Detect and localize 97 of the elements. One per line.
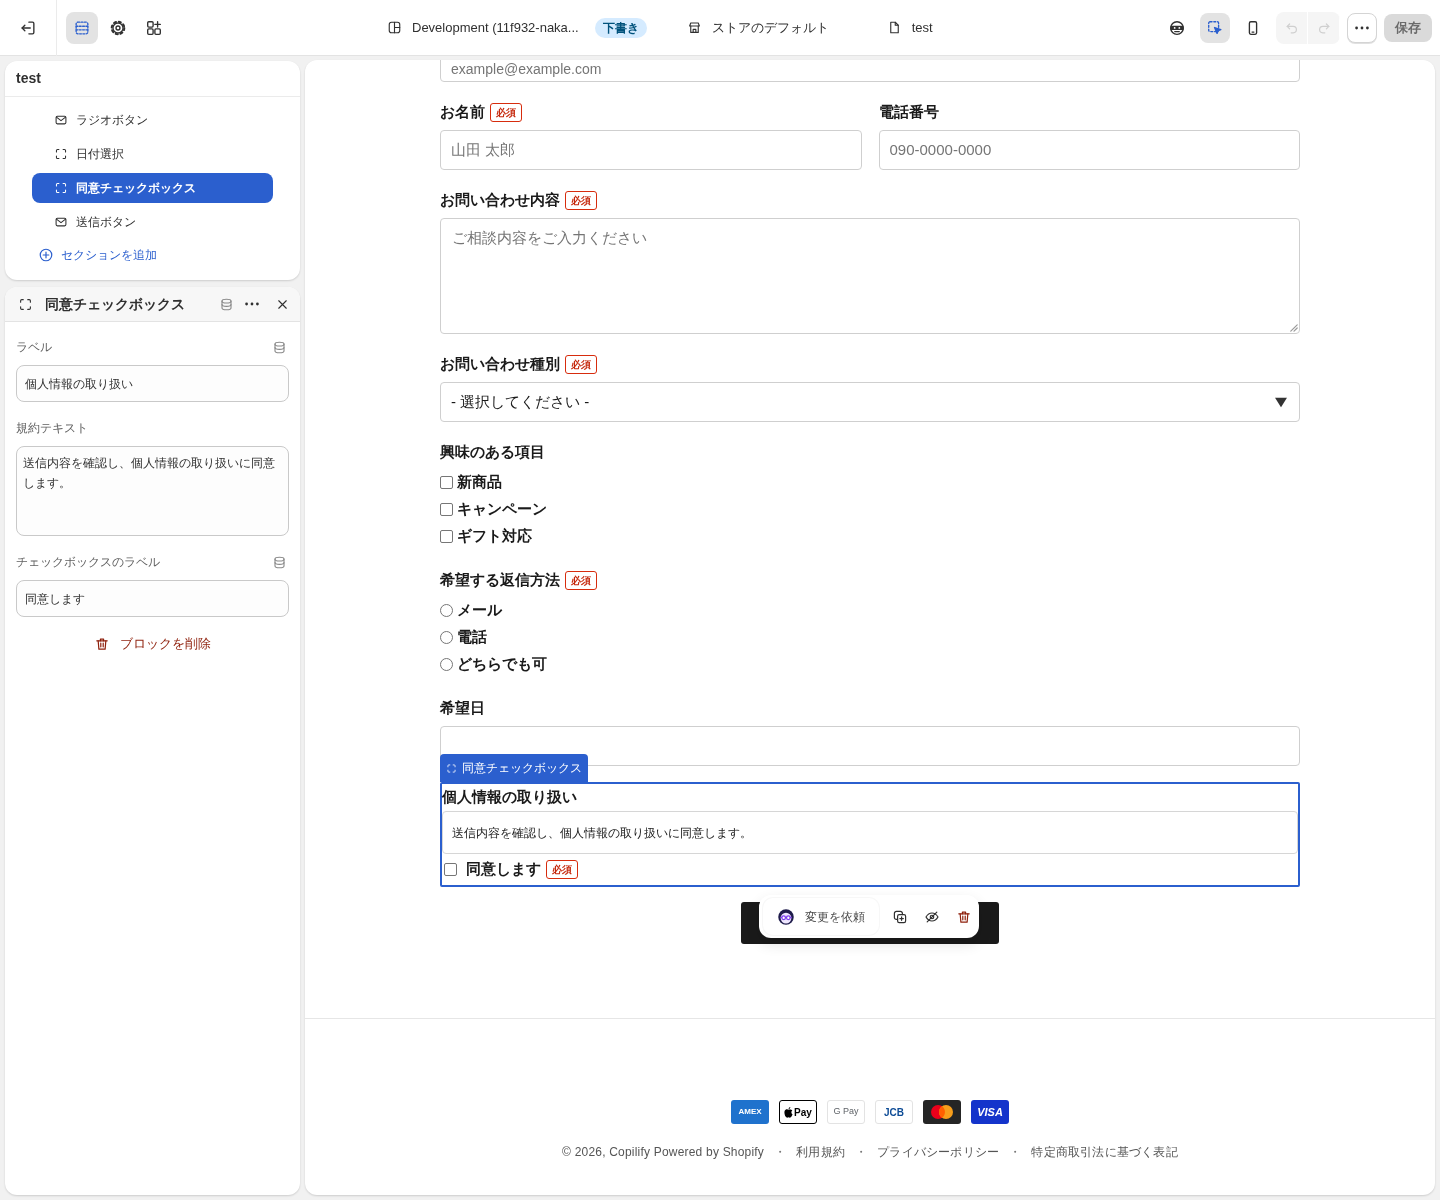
copyright-text: © 2026, Copilify Powered by Shopify: [562, 1144, 765, 1161]
field-label: 興味のある項目: [440, 441, 545, 462]
sections-tab[interactable]: [66, 11, 98, 44]
panel-title: 同意チェックボックス: [45, 294, 185, 314]
checkbox-label: 同意します: [466, 859, 541, 880]
delete-block-button[interactable]: ブロックを削除: [94, 631, 211, 657]
store-icon: [686, 20, 702, 35]
email-field[interactable]: example@example.com: [440, 60, 1300, 82]
required-badge: 必須: [565, 354, 597, 374]
option-label: キャンペーン: [457, 499, 547, 520]
option-label: 新商品: [457, 472, 502, 493]
option-label: どちらでも可: [457, 654, 547, 675]
envelope-icon: [54, 113, 68, 127]
separator: ・: [774, 1144, 787, 1161]
separator: ・: [1009, 1144, 1022, 1161]
field-label: 規約テキスト: [16, 420, 88, 437]
field-label: 希望する返信方法: [440, 569, 560, 590]
required-badge: 必須: [546, 860, 578, 879]
select-value: - 選択してください -: [451, 391, 590, 412]
block-tag[interactable]: 同意チェックボックス: [440, 754, 588, 782]
text-field[interactable]: 同意します: [16, 580, 289, 617]
theme-selector[interactable]: Development (11f932-naka...: [387, 13, 579, 42]
visa-logo: VISA: [971, 1100, 1009, 1124]
radio-button[interactable]: [440, 604, 453, 617]
select-cursor-icon: [1206, 18, 1224, 37]
caret-icon: [1275, 396, 1287, 408]
envelope-icon: [54, 215, 68, 229]
select-field[interactable]: - 選択してください -: [440, 382, 1300, 422]
field-label: お問い合わせ種別: [440, 353, 560, 374]
checkbox[interactable]: [440, 530, 453, 543]
footer-link[interactable]: 利用規約: [796, 1143, 846, 1161]
database-icon: [271, 554, 287, 570]
more-icon: [245, 302, 259, 306]
field-label: 電話番号: [878, 101, 939, 122]
inspector-button[interactable]: [1200, 12, 1230, 43]
google-pay-logo: G Pay: [827, 1100, 865, 1124]
jcb-logo: JCB: [875, 1100, 913, 1124]
checkbox[interactable]: [440, 476, 453, 489]
field-label: ラベル: [16, 339, 52, 356]
field-label: お問い合わせ内容: [440, 189, 560, 210]
amex-logo: AMEX: [731, 1100, 769, 1124]
field-label: チェックボックスのラベル: [16, 554, 160, 571]
textarea-field[interactable]: ご相談内容をご入力ください: [440, 218, 1300, 334]
apple-icon: [784, 1106, 794, 1118]
duplicate-icon: [892, 908, 908, 925]
sidebar-item[interactable]: ラジオボタン: [32, 105, 273, 135]
sidebar-item[interactable]: 日付選択: [32, 139, 273, 169]
frame-icon: [446, 762, 457, 774]
store-selector[interactable]: ストアのデフォルト: [686, 13, 829, 42]
terms-text: 送信内容を確認し、個人情報の取り扱いに同意します。: [442, 811, 1298, 854]
panel-title: test: [16, 69, 41, 88]
page-selector[interactable]: test: [886, 13, 933, 42]
database-icon: [271, 339, 287, 355]
frame-icon: [54, 147, 68, 161]
settings-icon: [109, 18, 127, 37]
avatar-icon: [777, 907, 795, 926]
layout-icon: [387, 20, 402, 35]
field-label: お名前: [440, 101, 485, 122]
option-label: メール: [457, 600, 502, 621]
footer-link[interactable]: プライバシーポリシー: [877, 1143, 1000, 1161]
masked-face-icon: [1168, 18, 1186, 37]
checkbox[interactable]: [444, 863, 457, 876]
request-changes-button[interactable]: 変更を依頼: [763, 898, 879, 935]
apps-icon: [145, 18, 163, 37]
footer-link[interactable]: 特定商取引法に基づく表記: [1031, 1143, 1178, 1161]
trash-icon: [94, 636, 110, 652]
database-icon: [218, 296, 234, 312]
placeholder-text: ご相談内容をご入力ください: [452, 228, 647, 248]
textarea-field[interactable]: 送信内容を確認し、個人情報の取り扱いに同意します。: [16, 446, 289, 536]
required-badge: 必須: [565, 190, 597, 210]
separator: ・: [855, 1144, 868, 1161]
text-field[interactable]: 090-0000-0000: [878, 130, 1300, 170]
text-field[interactable]: 個人情報の取り扱い: [16, 365, 289, 402]
frame-icon: [18, 296, 33, 312]
option-label: 電話: [457, 627, 487, 648]
block-tag-label: 同意チェックボックス: [462, 760, 582, 777]
frame-icon: [54, 181, 68, 195]
option-label: ギフト対応: [457, 526, 532, 547]
sidebar-item[interactable]: 同意チェックボックス: [32, 173, 273, 203]
pay-label: Pay: [794, 1105, 812, 1120]
checkbox[interactable]: [440, 503, 453, 516]
sidebar-item[interactable]: 送信ボタン: [32, 207, 273, 237]
text-field[interactable]: 山田 太郎: [440, 130, 862, 170]
resize-handle-icon: [1290, 324, 1298, 332]
radio-button[interactable]: [440, 631, 453, 644]
add-section-link[interactable]: セクションを追加: [38, 243, 273, 267]
required-badge: 必須: [490, 102, 522, 122]
status-badge: 下書き: [594, 17, 647, 38]
consent-heading: 個人情報の取り扱い: [442, 787, 578, 808]
add-icon: [38, 247, 54, 263]
exit-icon: [19, 18, 37, 37]
field-label: 希望日: [440, 697, 485, 718]
mastercard-icon: [923, 1100, 961, 1124]
required-badge: 必須: [565, 570, 597, 590]
sections-icon: [73, 18, 91, 37]
more-icon: [1355, 25, 1369, 30]
radio-button[interactable]: [440, 658, 453, 671]
